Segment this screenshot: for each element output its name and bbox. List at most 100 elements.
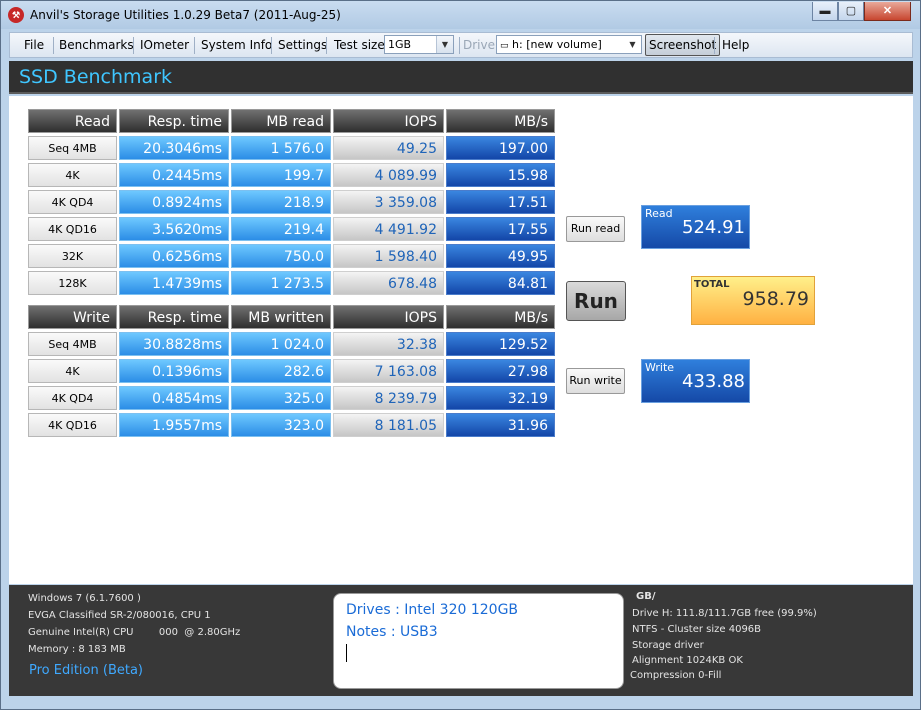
test-size-value: 1GB [388,38,412,51]
window-title: Anvil's Storage Utilities 1.0.29 Beta7 (… [30,8,341,22]
menu-iometer[interactable]: IOmeter [140,33,189,57]
filesystem-info: NTFS - Cluster size 4096B [632,624,762,635]
title-bar[interactable]: ⚒ Anvil's Storage Utilities 1.0.29 Beta7… [1,1,920,29]
write-cell-mb: 282.6 [231,359,331,383]
write-cell-iops: 8 239.79 [333,386,444,410]
read-header-mbs: MB/s [446,109,555,133]
write-cell-label: 4K QD4 [28,386,117,410]
write-cell-label: Seq 4MB [28,332,117,356]
read-cell-label: 4K QD4 [28,190,117,214]
read-cell-mb: 1 273.5 [231,271,331,295]
total-score-value: 958.79 [742,288,809,310]
drive-value: h: [new volume] [512,38,602,51]
read-cell-mbs: 197.00 [446,136,555,160]
read-cell-resp: 0.8924ms [119,190,229,214]
menu-help[interactable]: Help [722,33,749,57]
total-score: TOTAL 958.79 [691,276,815,325]
minimize-button[interactable]: ▬ [812,2,838,21]
write-score-label: Write [645,361,675,374]
separator [271,37,272,54]
board-info: EVGA Classified SR-2/080016, CPU 1 [28,610,211,621]
write-cell-label: 4K [28,359,117,383]
read-header-iops: IOPS [333,109,444,133]
chevron-down-icon[interactable]: ▼ [436,36,453,53]
read-score-label: Read [645,207,673,220]
read-cell-iops: 4 491.92 [333,217,444,241]
menu-settings[interactable]: Settings [278,33,327,57]
os-info: Windows 7 (6.1.7600 ) [28,593,141,604]
read-cell-resp: 3.5620ms [119,217,229,241]
info-footer: Windows 7 (6.1.7600 ) EVGA Classified SR… [9,585,913,696]
read-cell-mb: 219.4 [231,217,331,241]
notes-textarea[interactable]: Drives : Intel 320 120GB Notes : USB3 [333,593,624,689]
read-cell-mbs: 17.55 [446,217,555,241]
write-score-value: 433.88 [682,371,745,392]
compression-info: Compression 0-Fill [630,670,722,681]
read-cell-resp: 0.6256ms [119,244,229,268]
anvil-icon[interactable]: ⚒ [8,7,24,23]
read-cell-label: 128K [28,271,117,295]
write-header-mbs: MB/s [446,305,555,329]
read-score: Read 524.91 [641,205,750,249]
read-cell-iops: 1 598.40 [333,244,444,268]
menu-file[interactable]: File [24,33,44,57]
read-cell-resp: 1.4739ms [119,271,229,295]
page-title: SSD Benchmark [19,66,173,88]
write-cell-mbs: 32.19 [446,386,555,410]
maximize-button[interactable]: ▢ [838,2,864,21]
read-cell-label: 4K [28,163,117,187]
read-cell-mb: 750.0 [231,244,331,268]
chevron-down-icon[interactable]: ▼ [624,36,641,53]
write-cell-mb: 1 024.0 [231,332,331,356]
write-cell-iops: 7 163.08 [333,359,444,383]
close-button[interactable]: ✕ [864,2,911,21]
read-cell-iops: 4 089.99 [333,163,444,187]
read-cell-resp: 0.2445ms [119,163,229,187]
notes-drives-line: Drives : Intel 320 120GB [346,602,519,618]
run-read-button[interactable]: Run read [566,216,625,242]
write-cell-iops: 32.38 [333,332,444,356]
memory-info: Memory : 8 183 MB [28,644,126,655]
drive-info-title: GB/ [636,591,656,602]
total-score-label: TOTAL [694,279,730,290]
read-cell-label: 32K [28,244,117,268]
read-cell-label: 4K QD16 [28,217,117,241]
drive-free-info: Drive H: 111.8/111.7GB free (99.9%) [632,608,817,619]
read-header-mb: MB read [231,109,331,133]
separator [133,37,134,54]
read-cell-iops: 678.48 [333,271,444,295]
write-cell-iops: 8 181.05 [333,413,444,437]
drive-icon: ▭ [500,41,509,51]
read-cell-mb: 1 576.0 [231,136,331,160]
write-cell-resp: 30.8828ms [119,332,229,356]
menu-system-info[interactable]: System Info [201,33,272,57]
read-header-label: Read [28,109,117,133]
read-header-resp: Resp. time [119,109,229,133]
read-cell-mbs: 17.51 [446,190,555,214]
write-cell-mbs: 31.96 [446,413,555,437]
write-cell-mbs: 27.98 [446,359,555,383]
write-header-label: Write [28,305,117,329]
write-cell-resp: 1.9557ms [119,413,229,437]
read-score-value: 524.91 [682,217,745,238]
write-cell-mb: 325.0 [231,386,331,410]
write-cell-mb: 323.0 [231,413,331,437]
cpu-info: Genuine Intel(R) CPU 000 @ 2.80GHz [28,627,241,638]
drive-select[interactable]: ▭ h: [new volume] ▼ [496,35,642,54]
test-size-select[interactable]: 1GB ▼ [384,35,454,54]
menu-benchmarks[interactable]: Benchmarks [59,33,134,57]
read-cell-resp: 20.3046ms [119,136,229,160]
run-button[interactable]: Run [566,281,626,321]
write-header-iops: IOPS [333,305,444,329]
edition-label: Pro Edition (Beta) [29,663,143,678]
drive-label: Drive [463,38,495,52]
write-cell-mbs: 129.52 [446,332,555,356]
read-cell-mbs: 15.98 [446,163,555,187]
separator [459,37,460,54]
run-write-button[interactable]: Run write [566,368,625,394]
read-cell-mbs: 84.81 [446,271,555,295]
read-cell-iops: 3 359.08 [333,190,444,214]
screenshot-button[interactable]: Screenshot [645,34,721,56]
write-score: Write 433.88 [641,359,750,403]
benchmark-panel: Read Resp. time MB read IOPS MB/s Seq 4MB 20.3… [9,96,913,584]
